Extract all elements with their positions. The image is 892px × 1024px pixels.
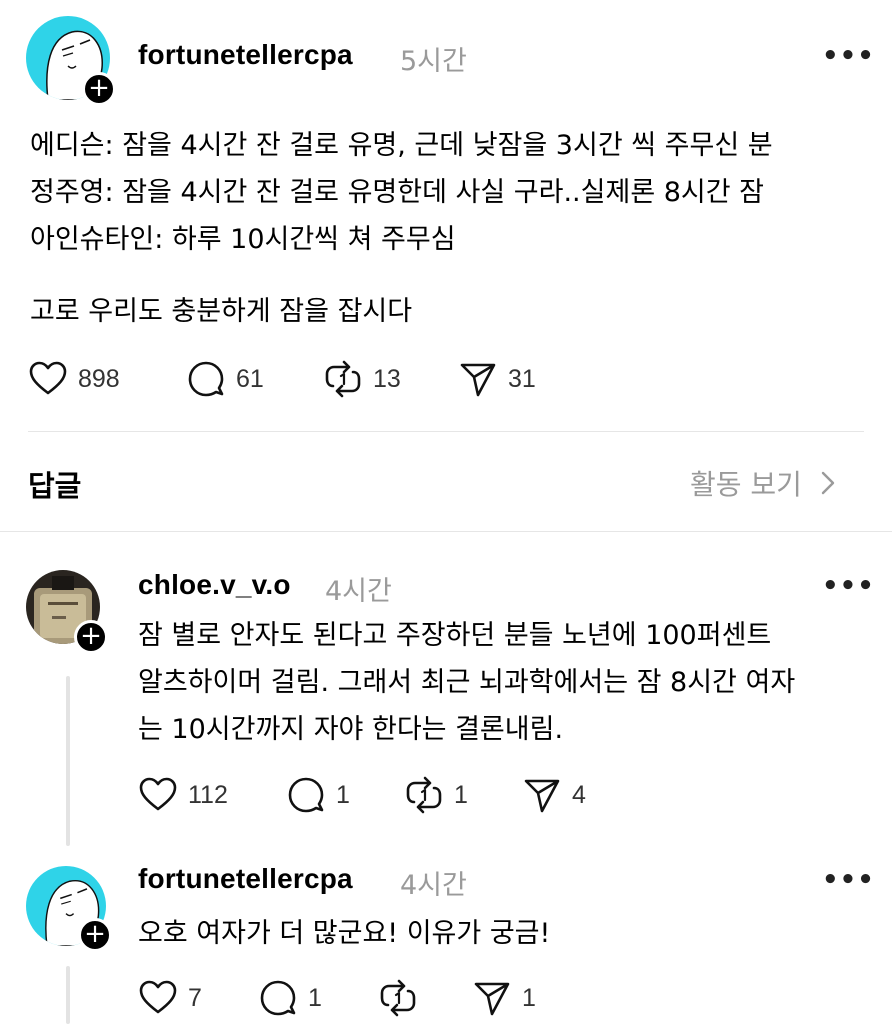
more-options-icon[interactable]: •••	[822, 41, 875, 71]
view-activity-link[interactable]: 활동 보기	[690, 463, 840, 503]
repost-button[interactable]	[378, 978, 428, 1018]
repost-count: 13	[373, 364, 401, 393]
follow-plus-icon[interactable]: +	[74, 620, 108, 654]
reply-body-line-3: 는 10시간까지 자야 한다는 결론내림.	[138, 714, 564, 745]
repost-button[interactable]: 1	[404, 775, 468, 815]
reply-timestamp: 4시간	[400, 870, 467, 901]
post-body-line-3: 아인슈타인: 하루 10시간씩 쳐 주무심	[30, 224, 456, 255]
like-count: 898	[78, 364, 120, 393]
thread-connector-line	[66, 966, 70, 1024]
chevron-right-icon	[821, 471, 835, 495]
repost-icon	[380, 979, 416, 1017]
like-count: 112	[188, 780, 228, 809]
avatar-reply-1[interactable]: +	[26, 570, 108, 654]
comment-count: 1	[308, 983, 322, 1012]
comment-icon	[288, 777, 324, 813]
like-button[interactable]: 7	[138, 978, 202, 1018]
divider	[0, 531, 892, 532]
more-options-icon[interactable]: •••	[822, 865, 875, 895]
post-author-username[interactable]: fortunetellercpa	[138, 39, 353, 71]
reply-action-bar: 112 1 1 4	[138, 775, 638, 815]
follow-plus-icon[interactable]: +	[82, 72, 116, 106]
divider	[28, 431, 864, 432]
like-button[interactable]: 112	[138, 775, 228, 815]
repost-icon	[325, 360, 361, 398]
avatar-main-post[interactable]: +	[26, 16, 116, 106]
repost-icon	[406, 776, 442, 814]
reply-body-line-1: 잠 별로 안자도 된다고 주장하던 분들 노년에 100퍼센트	[138, 620, 772, 651]
reply-body-line-2: 알츠하이머 걸림. 그래서 최근 뇌과학에서는 잠 8시간 여자	[138, 667, 796, 698]
comment-button[interactable]: 61	[186, 359, 264, 399]
reply-body-line-1: 오호 여자가 더 많군요! 이유가 궁금!	[138, 918, 551, 949]
view-activity-label: 활동 보기	[690, 468, 802, 501]
repost-button[interactable]: 13	[323, 359, 401, 399]
like-count: 7	[188, 983, 202, 1012]
share-count: 1	[522, 983, 536, 1012]
share-icon	[460, 363, 496, 397]
heart-icon	[29, 361, 67, 395]
share-button[interactable]: 31	[458, 359, 536, 399]
comment-icon	[260, 980, 296, 1016]
comment-icon	[188, 361, 224, 397]
post-body-line-1: 에디슨: 잠을 4시간 잔 걸로 유명, 근데 낮잠을 3시간 씩 주무신 분	[30, 130, 773, 161]
share-count: 31	[508, 364, 536, 393]
post-action-bar: 898 61 13 31	[28, 359, 628, 399]
heart-icon	[139, 980, 177, 1014]
comment-button[interactable]: 1	[258, 978, 322, 1018]
thread-connector-line	[66, 676, 70, 846]
heart-icon	[139, 777, 177, 811]
comment-count: 1	[336, 780, 350, 809]
post-body-closing: 고로 우리도 충분하게 잠을 잡시다	[30, 296, 413, 327]
reply-action-bar: 7 1 1	[138, 978, 638, 1018]
post-timestamp: 5시간	[400, 46, 467, 77]
reply-timestamp: 4시간	[325, 576, 392, 607]
post-body-line-2: 정주영: 잠을 4시간 잔 걸로 유명한데 사실 구라..실제론 8시간 잠	[30, 177, 765, 208]
more-options-icon[interactable]: •••	[822, 571, 875, 601]
reply-author-username[interactable]: fortunetellercpa	[138, 863, 353, 895]
replies-title[interactable]: 답글	[28, 463, 81, 505]
avatar-reply-2[interactable]: +	[26, 866, 112, 952]
share-icon	[474, 982, 510, 1016]
share-icon	[524, 779, 560, 813]
share-button[interactable]: 1	[472, 978, 536, 1018]
share-button[interactable]: 4	[522, 775, 586, 815]
comment-count: 61	[236, 364, 264, 393]
follow-plus-icon[interactable]: +	[78, 918, 112, 952]
comment-button[interactable]: 1	[286, 775, 350, 815]
reply-author-username[interactable]: chloe.v_v.o	[138, 569, 291, 601]
repost-count: 1	[454, 780, 468, 809]
share-count: 4	[572, 780, 586, 809]
like-button[interactable]: 898	[28, 359, 120, 399]
